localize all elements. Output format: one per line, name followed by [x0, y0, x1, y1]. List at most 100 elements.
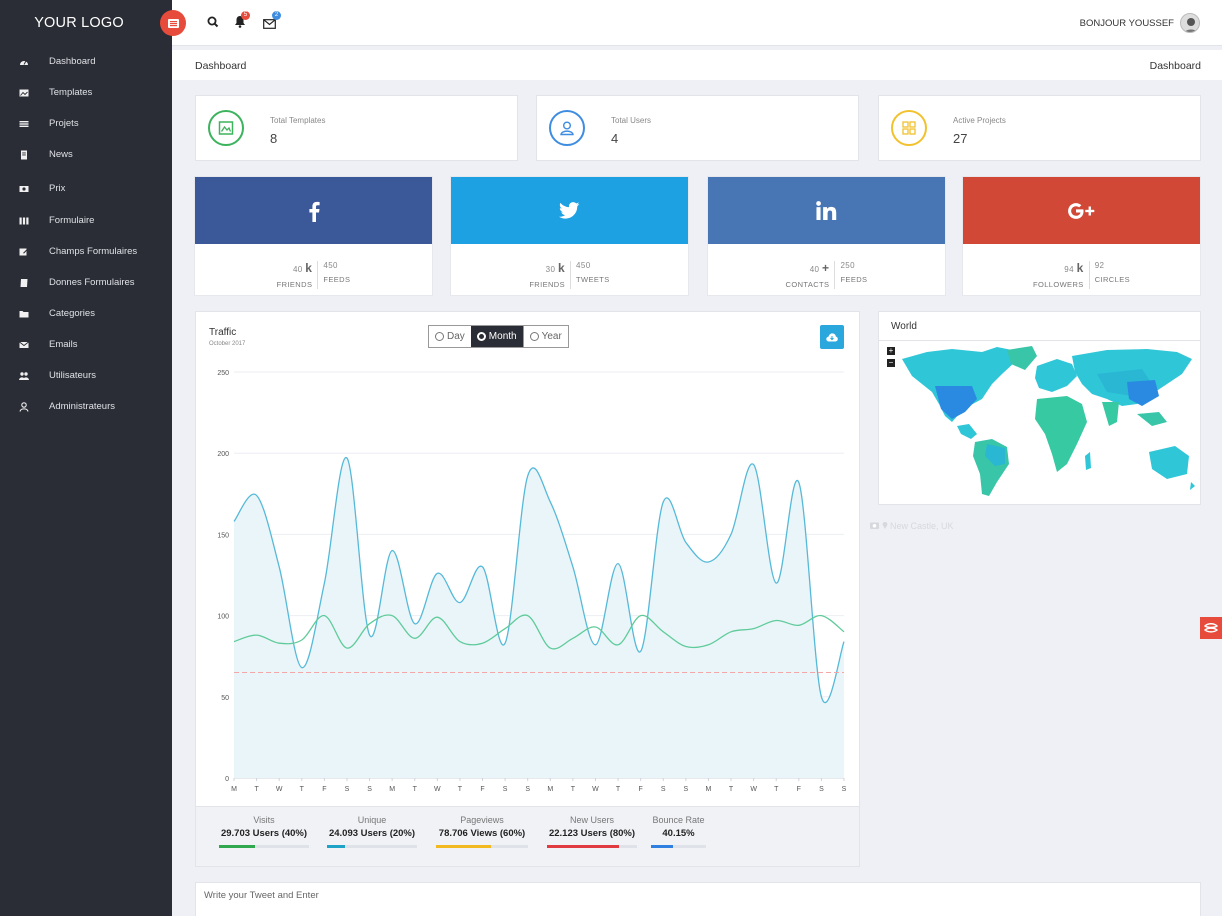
x-tick-label: S — [525, 786, 530, 793]
metric-progress-fill — [327, 845, 345, 848]
messages-button[interactable]: 2 — [263, 11, 281, 32]
google-plus-header[interactable] — [963, 177, 1200, 244]
tweet-input[interactable]: Write your Tweet and Enter — [195, 882, 1201, 916]
friends-label: FRIENDS — [529, 280, 566, 289]
image-icon — [208, 110, 244, 146]
friends-count: 30 — [545, 265, 556, 274]
metric-bounce-rate: Bounce Rate 40.15% — [651, 815, 706, 848]
followers-suffix: k — [1076, 261, 1084, 275]
x-tick-label: F — [797, 786, 801, 793]
camera-icon — [870, 522, 879, 529]
sidebar-item-label: Utilisateurs — [49, 370, 96, 381]
linkedin-header[interactable] — [708, 177, 945, 244]
money-icon — [14, 184, 34, 194]
x-tick-label: F — [480, 786, 484, 793]
sidebar-item-donnes-formulaires[interactable]: Donnes Formulaires — [0, 267, 172, 298]
envelope-icon — [14, 340, 34, 350]
feeds-label: FEEDS — [323, 275, 351, 284]
x-tick-label: M — [706, 786, 712, 793]
followers-label: FOLLOWERS — [1032, 280, 1084, 289]
feeds-label: FEEDS — [840, 275, 868, 284]
notifications-button[interactable]: 5 — [234, 11, 250, 31]
sidebar-item-news[interactable]: News — [0, 139, 172, 170]
breadcrumb[interactable]: Dashboard — [1150, 60, 1201, 72]
grid-icon — [891, 110, 927, 146]
sidebar-item-utilisateurs[interactable]: Utilisateurs — [0, 360, 172, 391]
sidebar-item-prix[interactable]: Prix — [0, 173, 172, 204]
x-tick-label: W — [750, 786, 757, 793]
sidebar-item-formulaire[interactable]: Formulaire — [0, 205, 172, 236]
google-plus-icon — [1068, 202, 1095, 219]
metric-visits: Visits 29.703 Users (40%) — [219, 815, 309, 848]
sidebar-item-label: Formulaire — [49, 215, 95, 226]
metric-progress-fill — [651, 845, 674, 848]
twitter-header[interactable] — [451, 177, 688, 244]
x-tick-label: S — [819, 786, 824, 793]
map-location: New Castle, UK — [890, 521, 954, 531]
x-tick-label: T — [300, 786, 305, 793]
x-tick-label: S — [367, 786, 372, 793]
sidebar-item-projets[interactable]: Projets — [0, 108, 172, 139]
logo[interactable]: YOUR LOGO — [0, 0, 172, 46]
x-tick-label: T — [774, 786, 779, 793]
users-icon — [14, 371, 34, 381]
x-tick-label: W — [276, 786, 283, 793]
sidebar-item-label: Projets — [49, 118, 79, 129]
x-tick-label: T — [254, 786, 259, 793]
stat-label: Active Projects — [953, 116, 1006, 125]
sidebar-item-administrateurs[interactable]: Administrateurs — [0, 391, 172, 422]
x-tick-label: S — [684, 786, 689, 793]
x-tick-label: S — [503, 786, 508, 793]
metric-label: New Users — [569, 815, 614, 825]
metrics-bar: Visits 29.703 Users (40%) Unique 24.093 Use… — [196, 806, 859, 866]
dashboard-icon — [14, 57, 34, 67]
sidebar-item-label: Templates — [49, 87, 93, 98]
sidebar-item-label: News — [49, 149, 73, 160]
stat-label: Total Templates — [270, 116, 326, 125]
metric-pageviews: Pageviews 78.706 Views (60%) — [436, 815, 528, 848]
contacts-count: 40 — [809, 265, 820, 274]
sidebar-item-emails[interactable]: Emails — [0, 329, 172, 360]
sidebar-item-label: Dashboard — [49, 56, 96, 67]
stat-card-users: Total Users 4 — [536, 95, 859, 161]
feeds-count: 250 — [840, 261, 855, 270]
stat-value: 4 — [611, 131, 619, 146]
x-tick-label: S — [345, 786, 350, 793]
x-tick-label: T — [571, 786, 576, 793]
sidebar-item-label: Administrateurs — [49, 401, 115, 412]
list-icon — [14, 119, 34, 129]
zoom-in-button[interactable]: + — [887, 347, 895, 355]
facebook-icon — [308, 201, 320, 222]
search-icon[interactable] — [206, 15, 220, 29]
friends-suffix: k — [305, 261, 313, 275]
circles-count: 92 — [1094, 261, 1105, 270]
user-menu[interactable]: BONJOUR YOUSSEF — [1080, 13, 1200, 33]
sidebar-item-categories[interactable]: Categories — [0, 298, 172, 329]
metric-label: Bounce Rate — [652, 815, 705, 825]
folder-icon — [14, 309, 34, 319]
menu-toggle-button[interactable] — [160, 10, 186, 36]
side-settings-button[interactable] — [1200, 617, 1222, 639]
sidebar-item-templates[interactable]: Templates — [0, 77, 172, 108]
stat-value: 27 — [953, 131, 968, 146]
metric-value: 40.15% — [662, 828, 695, 839]
y-tick-label: 100 — [217, 614, 229, 621]
stat-label: Total Users — [611, 116, 652, 125]
sidebar-item-dashboard[interactable]: Dashboard — [0, 46, 172, 77]
image-icon — [14, 88, 34, 98]
metric-value: 22.123 Users (80%) — [548, 828, 636, 839]
traffic-chart: 0 50 100 150 200 250 M T W T F S S M T W T F S S M T W T F S S M T W T… — [217, 370, 846, 793]
world-map[interactable] — [897, 344, 1197, 504]
columns-icon — [14, 216, 34, 226]
facebook-header[interactable] — [195, 177, 432, 244]
x-tick-label: M — [389, 786, 395, 793]
y-tick-label: 200 — [217, 451, 229, 458]
x-tick-label: M — [547, 786, 553, 793]
map-pin-icon — [882, 522, 888, 529]
sidebar-item-label: Prix — [49, 183, 66, 194]
zoom-out-button[interactable]: − — [887, 359, 895, 367]
sidebar-item-champs-formulaires[interactable]: Champs Formulaires — [0, 236, 172, 267]
y-tick-label: 150 — [217, 532, 229, 539]
friends-count: 40 — [292, 265, 303, 274]
sidebar: YOUR LOGO Dashboard Templates Projets News P… — [0, 0, 172, 916]
